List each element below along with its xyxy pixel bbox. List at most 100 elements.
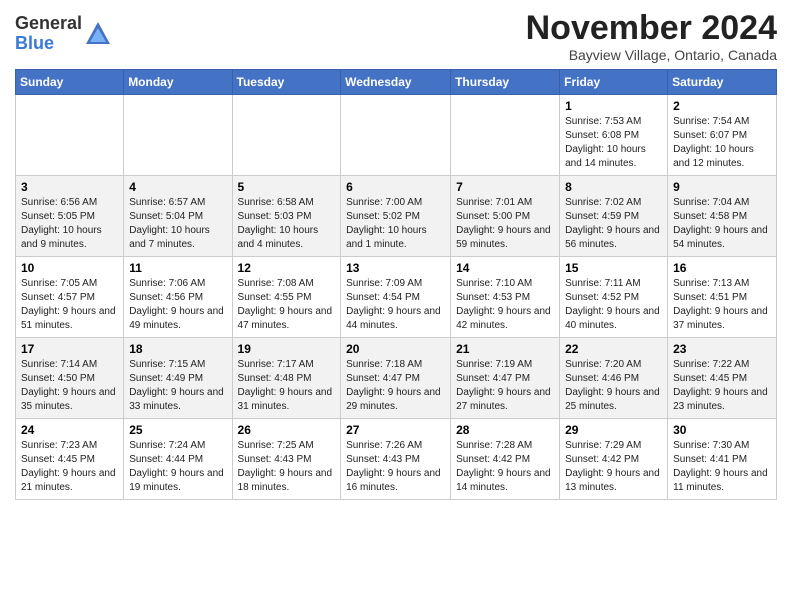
table-row: 5Sunrise: 6:58 AM Sunset: 5:03 PM Daylig… (232, 176, 341, 257)
day-number: 9 (673, 180, 771, 194)
day-info: Sunrise: 7:09 AM Sunset: 4:54 PM Dayligh… (346, 277, 445, 333)
day-number: 5 (238, 180, 336, 194)
calendar-week-row: 1 Sunrise: 7:53 AM Sunset: 6:08 PM Daylig… (16, 95, 777, 176)
day-info: Sunrise: 7:19 AM Sunset: 4:47 PM Dayligh… (456, 358, 554, 414)
page-header: General Blue November 2024 Bayview Villa… (15, 10, 777, 63)
table-row (124, 95, 232, 176)
day-number: 11 (129, 261, 226, 275)
header-monday: Monday (124, 70, 232, 95)
day-number: 3 (21, 180, 118, 194)
table-row: 28 Sunrise: 7:28 AM Sunset: 4:42 PM Dayli… (451, 419, 560, 500)
calendar-week-row: 17 Sunrise: 7:14 AM Sunset: 4:50 PM Dayli… (16, 338, 777, 419)
day-info: Sunrise: 7:05 AM Sunset: 4:57 PM Dayligh… (21, 277, 118, 333)
day-number: 21 (456, 342, 554, 356)
day-number: 25 (129, 423, 226, 437)
day-info: Sunrise: 7:04 AM Sunset: 4:58 PM Dayligh… (673, 196, 771, 252)
header-thursday: Thursday (451, 70, 560, 95)
table-row: 4 Sunrise: 6:57 AM Sunset: 5:04 PM Daylig… (124, 176, 232, 257)
calendar-week-row: 10 Sunrise: 7:05 AM Sunset: 4:57 PM Dayli… (16, 257, 777, 338)
table-row: 17 Sunrise: 7:14 AM Sunset: 4:50 PM Dayli… (16, 338, 124, 419)
day-number: 24 (21, 423, 118, 437)
day-info: Sunrise: 7:17 AM Sunset: 4:48 PM Dayligh… (238, 358, 336, 414)
day-info: Sunrise: 7:28 AM Sunset: 4:42 PM Dayligh… (456, 439, 554, 495)
table-row: 19 Sunrise: 7:17 AM Sunset: 4:48 PM Dayli… (232, 338, 341, 419)
table-row: 3 Sunrise: 6:56 AM Sunset: 5:05 PM Daylig… (16, 176, 124, 257)
day-number: 13 (346, 261, 445, 275)
day-info: Sunrise: 7:15 AM Sunset: 4:49 PM Dayligh… (129, 358, 226, 414)
day-info: Sunrise: 7:20 AM Sunset: 4:46 PM Dayligh… (565, 358, 662, 414)
day-info: Sunrise: 7:54 AM Sunset: 6:07 PM Dayligh… (673, 115, 771, 171)
logo-text: General Blue (15, 14, 82, 54)
day-info: Sunrise: 7:08 AM Sunset: 4:55 PM Dayligh… (238, 277, 336, 333)
table-row: 29 Sunrise: 7:29 AM Sunset: 4:42 PM Dayli… (560, 419, 668, 500)
table-row: 22Sunrise: 7:20 AM Sunset: 4:46 PM Dayli… (560, 338, 668, 419)
header-friday: Friday (560, 70, 668, 95)
table-row: 18 Sunrise: 7:15 AM Sunset: 4:49 PM Dayli… (124, 338, 232, 419)
day-info: Sunrise: 7:30 AM Sunset: 4:41 PM Dayligh… (673, 439, 771, 495)
table-row: 20 Sunrise: 7:18 AM Sunset: 4:47 PM Dayli… (341, 338, 451, 419)
day-number: 10 (21, 261, 118, 275)
day-info: Sunrise: 7:02 AM Sunset: 4:59 PM Dayligh… (565, 196, 662, 252)
calendar-week-row: 3 Sunrise: 6:56 AM Sunset: 5:05 PM Daylig… (16, 176, 777, 257)
day-number: 17 (21, 342, 118, 356)
table-row (232, 95, 341, 176)
day-info: Sunrise: 7:22 AM Sunset: 4:45 PM Dayligh… (673, 358, 771, 414)
day-number: 19 (238, 342, 336, 356)
day-info: Sunrise: 6:56 AM Sunset: 5:05 PM Dayligh… (21, 196, 118, 252)
day-number: 1 (565, 99, 662, 113)
day-number: 30 (673, 423, 771, 437)
day-number: 14 (456, 261, 554, 275)
day-number: 7 (456, 180, 554, 194)
day-info: Sunrise: 7:06 AM Sunset: 4:56 PM Dayligh… (129, 277, 226, 333)
table-row: 21 Sunrise: 7:19 AM Sunset: 4:47 PM Dayli… (451, 338, 560, 419)
day-number: 4 (129, 180, 226, 194)
day-info: Sunrise: 7:25 AM Sunset: 4:43 PM Dayligh… (238, 439, 336, 495)
day-info: Sunrise: 7:53 AM Sunset: 6:08 PM Dayligh… (565, 115, 662, 171)
table-row (341, 95, 451, 176)
table-row: 15Sunrise: 7:11 AM Sunset: 4:52 PM Dayli… (560, 257, 668, 338)
header-sunday: Sunday (16, 70, 124, 95)
month-title: November 2024 (526, 10, 777, 47)
day-info: Sunrise: 7:29 AM Sunset: 4:42 PM Dayligh… (565, 439, 662, 495)
day-number: 8 (565, 180, 662, 194)
table-row: 16 Sunrise: 7:13 AM Sunset: 4:51 PM Dayli… (668, 257, 777, 338)
day-number: 20 (346, 342, 445, 356)
day-number: 27 (346, 423, 445, 437)
day-number: 18 (129, 342, 226, 356)
logo-blue: Blue (15, 33, 54, 53)
day-info: Sunrise: 7:23 AM Sunset: 4:45 PM Dayligh… (21, 439, 118, 495)
day-info: Sunrise: 7:13 AM Sunset: 4:51 PM Dayligh… (673, 277, 771, 333)
day-number: 2 (673, 99, 771, 113)
day-info: Sunrise: 7:00 AM Sunset: 5:02 PM Dayligh… (346, 196, 445, 252)
day-number: 16 (673, 261, 771, 275)
day-number: 29 (565, 423, 662, 437)
day-info: Sunrise: 6:57 AM Sunset: 5:04 PM Dayligh… (129, 196, 226, 252)
day-info: Sunrise: 7:10 AM Sunset: 4:53 PM Dayligh… (456, 277, 554, 333)
table-row: 9 Sunrise: 7:04 AM Sunset: 4:58 PM Daylig… (668, 176, 777, 257)
table-row: 14 Sunrise: 7:10 AM Sunset: 4:53 PM Dayli… (451, 257, 560, 338)
calendar-table: Sunday Monday Tuesday Wednesday Thursday… (15, 69, 777, 500)
table-row: 8 Sunrise: 7:02 AM Sunset: 4:59 PM Daylig… (560, 176, 668, 257)
day-info: Sunrise: 7:24 AM Sunset: 4:44 PM Dayligh… (129, 439, 226, 495)
header-saturday: Saturday (668, 70, 777, 95)
table-row (16, 95, 124, 176)
table-row: 23 Sunrise: 7:22 AM Sunset: 4:45 PM Dayli… (668, 338, 777, 419)
day-number: 26 (238, 423, 336, 437)
header-wednesday: Wednesday (341, 70, 451, 95)
day-info: Sunrise: 7:14 AM Sunset: 4:50 PM Dayligh… (21, 358, 118, 414)
day-info: Sunrise: 7:18 AM Sunset: 4:47 PM Dayligh… (346, 358, 445, 414)
title-area: November 2024 Bayview Village, Ontario, … (526, 10, 777, 63)
logo: General Blue (15, 14, 112, 54)
day-info: Sunrise: 7:26 AM Sunset: 4:43 PM Dayligh… (346, 439, 445, 495)
location-subtitle: Bayview Village, Ontario, Canada (526, 47, 777, 63)
table-row: 2 Sunrise: 7:54 AM Sunset: 6:07 PM Daylig… (668, 95, 777, 176)
table-row (451, 95, 560, 176)
table-row: 7Sunrise: 7:01 AM Sunset: 5:00 PM Daylig… (451, 176, 560, 257)
day-number: 23 (673, 342, 771, 356)
table-row: 25 Sunrise: 7:24 AM Sunset: 4:44 PM Dayli… (124, 419, 232, 500)
day-number: 28 (456, 423, 554, 437)
day-number: 6 (346, 180, 445, 194)
logo-general: General (15, 13, 82, 33)
table-row: 30 Sunrise: 7:30 AM Sunset: 4:41 PM Dayli… (668, 419, 777, 500)
table-row: 6 Sunrise: 7:00 AM Sunset: 5:02 PM Daylig… (341, 176, 451, 257)
